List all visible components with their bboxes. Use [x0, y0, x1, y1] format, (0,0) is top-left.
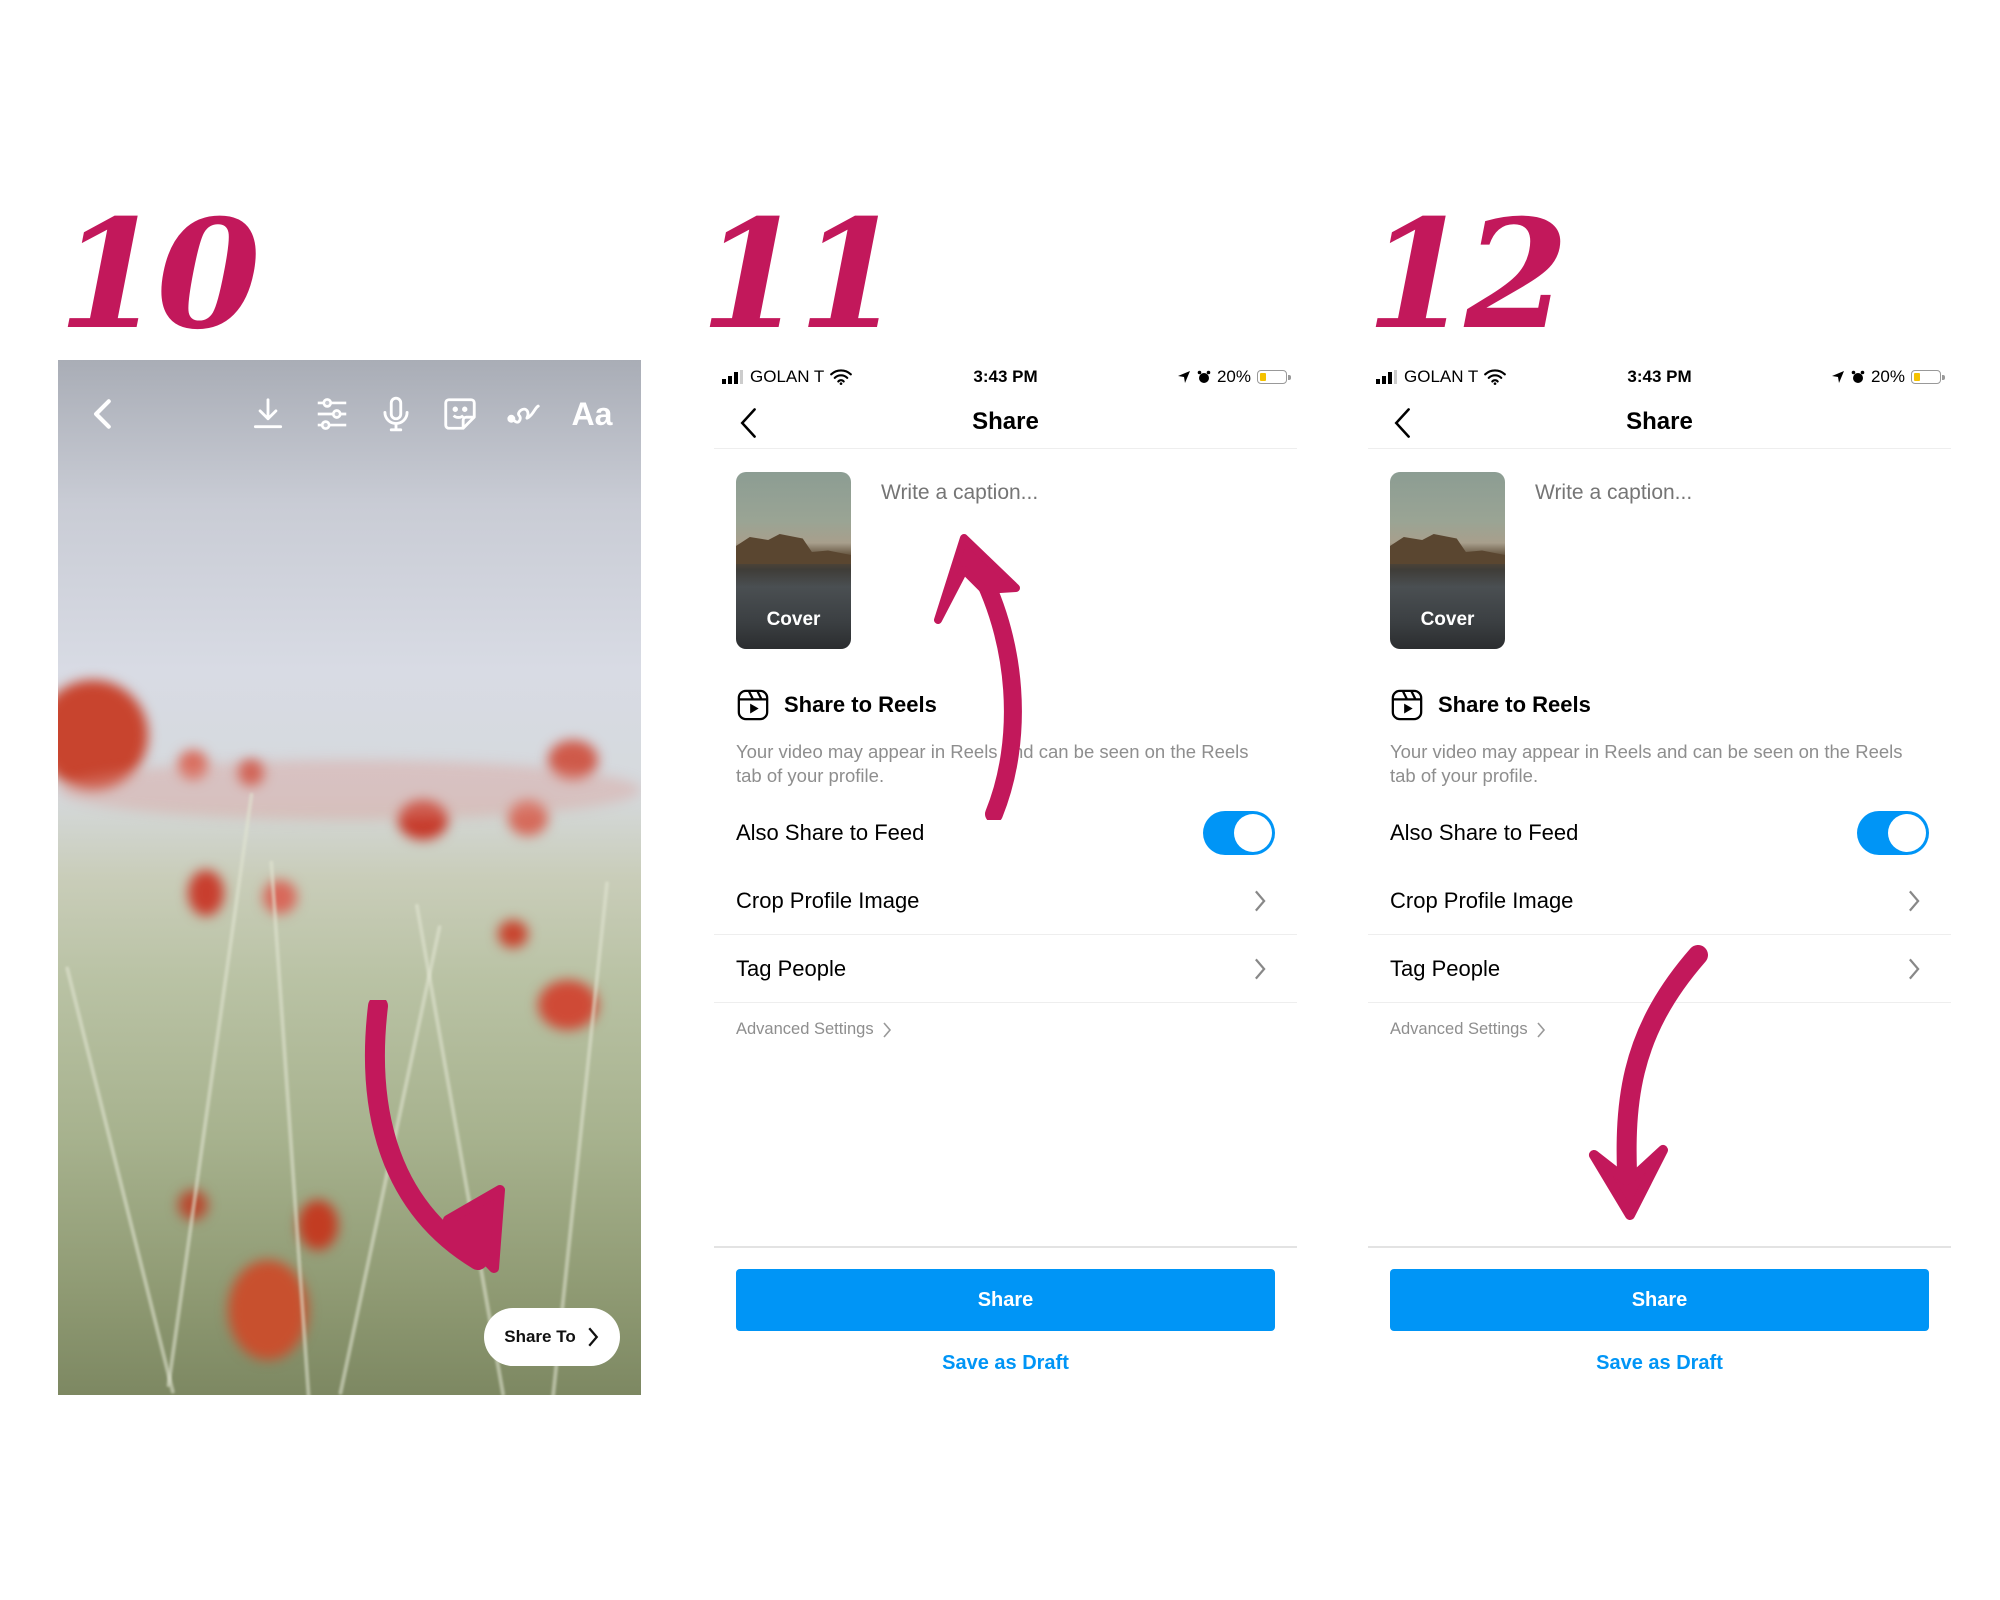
cover-thumbnail[interactable]: Cover	[736, 472, 851, 649]
share-button[interactable]: Share	[1390, 1269, 1929, 1331]
draw-squiggle-icon[interactable]	[502, 392, 546, 436]
back-chevron-icon[interactable]	[82, 392, 126, 436]
step-number-11: 11	[700, 187, 903, 363]
chevron-right-icon	[1255, 958, 1266, 980]
reels-icon	[1391, 689, 1423, 721]
divider	[714, 1246, 1297, 1248]
also-share-feed-row: Also Share to Feed	[1368, 800, 1951, 866]
battery-percent: 20%	[1870, 367, 1905, 386]
divider	[1368, 1246, 1951, 1248]
step-number-10: 10	[58, 187, 261, 363]
sliders-icon[interactable]	[310, 392, 354, 436]
also-share-feed-label: Also Share to Feed	[736, 820, 925, 845]
reels-description: Your video may appear in Reels and can b…	[1390, 741, 1903, 786]
status-bar: GOLAN T 3:43 PM 20%	[714, 364, 1297, 394]
alarm-icon	[1851, 370, 1865, 383]
alarm-icon	[1197, 370, 1211, 383]
text-icon[interactable]: Aa	[566, 392, 618, 436]
tag-people-row[interactable]: Tag People	[1368, 936, 1951, 1003]
also-share-feed-row: Also Share to Feed	[714, 800, 1297, 866]
chevron-right-icon	[1909, 890, 1920, 912]
battery-icon	[1257, 370, 1291, 384]
location-arrow-icon	[1831, 371, 1844, 383]
tag-people-label: Tag People	[736, 956, 847, 981]
page-title: Share	[1626, 408, 1693, 435]
sticker-icon[interactable]	[438, 392, 482, 436]
tag-people-row[interactable]: Tag People	[714, 936, 1297, 1003]
also-share-feed-label: Also Share to Feed	[1390, 820, 1579, 845]
advanced-settings-label: Advanced Settings	[1390, 1020, 1528, 1038]
also-share-feed-toggle[interactable]	[1857, 811, 1929, 855]
location-arrow-icon	[1177, 371, 1190, 383]
share-to-reels-title: Share to Reels	[784, 692, 937, 717]
page-title: Share	[972, 408, 1039, 435]
chevron-right-icon	[1255, 890, 1266, 912]
crop-profile-image-label: Crop Profile Image	[1390, 888, 1574, 913]
save-as-draft-button[interactable]: Save as Draft	[714, 1352, 1297, 1375]
chevron-right-icon	[1536, 1021, 1545, 1038]
reels-icon	[737, 689, 769, 721]
also-share-feed-toggle[interactable]	[1203, 811, 1275, 855]
caption-input[interactable]	[879, 480, 1263, 506]
navbar: Share	[1368, 398, 1951, 449]
reels-description: Your video may appear in Reels and can b…	[736, 741, 1249, 786]
share-to-label: Share To	[504, 1327, 576, 1346]
caption-input[interactable]	[1533, 480, 1917, 506]
cover-thumbnail[interactable]: Cover	[1390, 472, 1505, 649]
advanced-settings-link[interactable]: Advanced Settings	[1390, 1020, 1546, 1039]
battery-icon	[1911, 370, 1945, 384]
tag-people-label: Tag People	[1390, 956, 1501, 981]
battery-percent: 20%	[1216, 367, 1251, 386]
share-to-button[interactable]: Share To	[484, 1308, 620, 1366]
share-button[interactable]: Share	[736, 1269, 1275, 1331]
navbar: Share	[714, 398, 1297, 449]
story-toolbar: Aa	[58, 384, 641, 444]
share-to-reels-header: Share to Reels	[736, 688, 937, 722]
save-as-draft-button[interactable]: Save as Draft	[1368, 1352, 1951, 1375]
chevron-right-icon	[1909, 958, 1920, 980]
share-screen-step-12: GOLAN T 3:43 PM 20% Share Cover Share to…	[1368, 360, 1951, 1395]
share-to-reels-title: Share to Reels	[1438, 692, 1591, 717]
download-icon[interactable]	[246, 392, 290, 436]
microphone-icon[interactable]	[374, 392, 418, 436]
chevron-right-icon	[588, 1327, 598, 1347]
story-editor-panel: Aa Share To	[58, 360, 641, 1395]
step-number-12: 12	[1366, 187, 1569, 363]
crop-profile-image-row[interactable]: Crop Profile Image	[1368, 868, 1951, 935]
crop-profile-image-row[interactable]: Crop Profile Image	[714, 868, 1297, 935]
advanced-settings-label: Advanced Settings	[736, 1020, 874, 1038]
status-bar: GOLAN T 3:43 PM 20%	[1368, 364, 1951, 394]
share-screen-step-11: GOLAN T 3:43 PM 20% Share Cover Share to…	[714, 360, 1297, 1395]
share-to-reels-header: Share to Reels	[1390, 688, 1591, 722]
advanced-settings-link[interactable]: Advanced Settings	[736, 1020, 892, 1039]
chevron-right-icon	[882, 1021, 891, 1038]
cover-label: Cover	[1420, 609, 1475, 630]
crop-profile-image-label: Crop Profile Image	[736, 888, 920, 913]
cover-label: Cover	[766, 609, 821, 630]
